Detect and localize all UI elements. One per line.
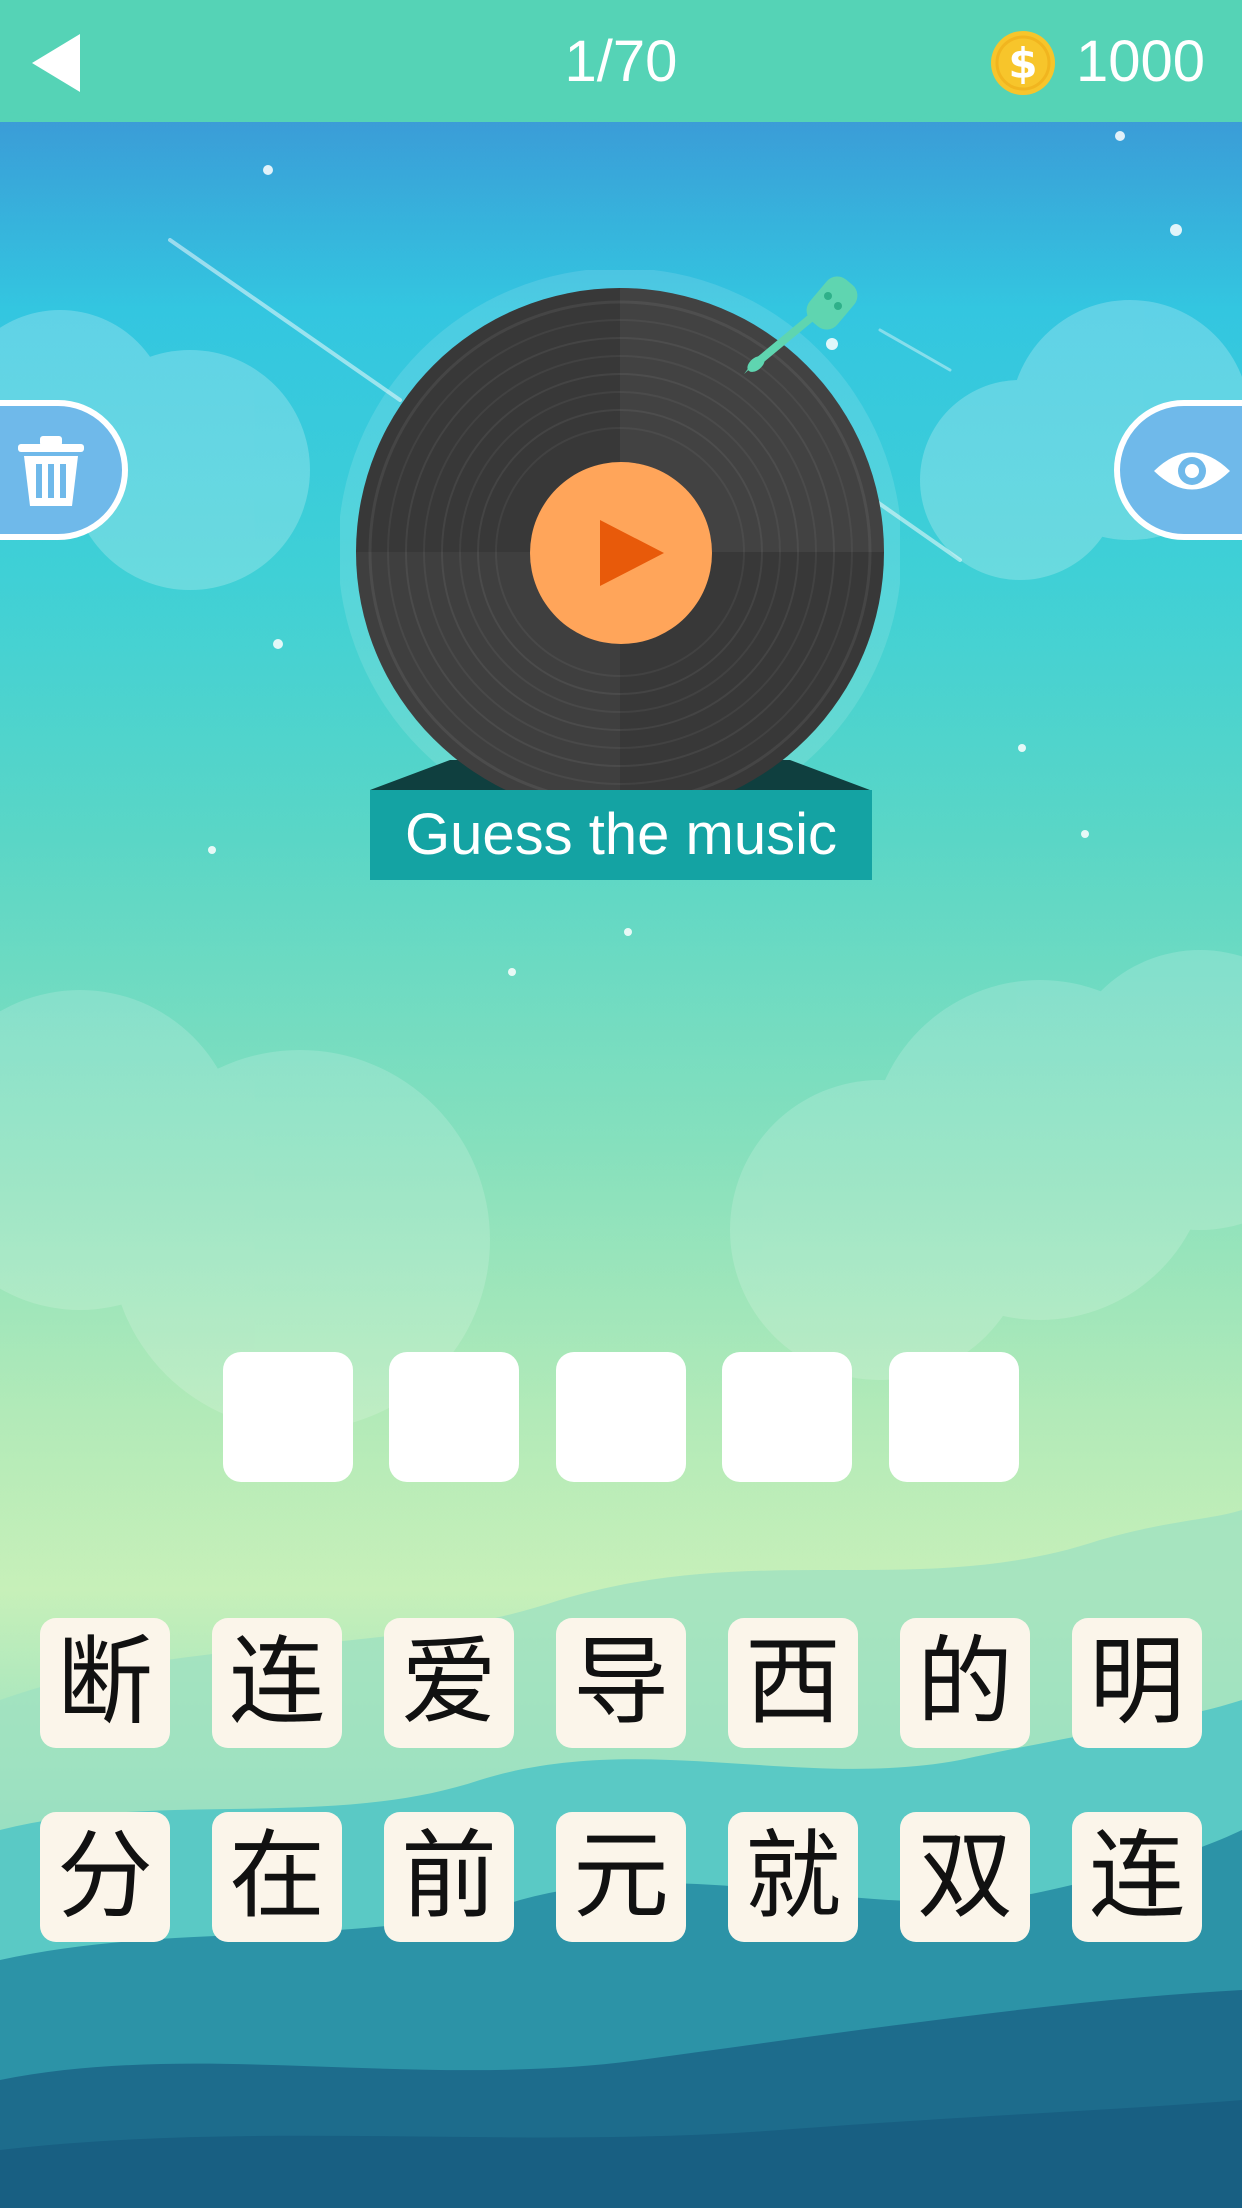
answer-slot[interactable] [889,1352,1019,1482]
letter-tile[interactable]: 前 [384,1812,514,1942]
back-button[interactable] [28,28,88,98]
letter-tile[interactable]: 分 [40,1812,170,1942]
letter-tile[interactable]: 在 [212,1812,342,1942]
answer-slot[interactable] [722,1352,852,1482]
letter-tile[interactable]: 爱 [384,1618,514,1748]
answer-slots [223,1352,1019,1482]
guess-prompt-label: Guess the music [370,790,872,880]
answer-slot[interactable] [556,1352,686,1482]
play-button[interactable] [530,462,712,644]
answer-slot[interactable] [389,1352,519,1482]
play-icon [600,520,664,586]
coin-count: 1000 [1076,29,1206,94]
trash-icon [18,436,84,506]
letter-tile[interactable]: 就 [728,1812,858,1942]
answer-slot[interactable] [223,1352,353,1482]
letter-tile[interactable]: 的 [900,1618,1030,1748]
eye-icon [1154,452,1230,490]
letter-tile[interactable]: 导 [556,1618,686,1748]
back-triangle-icon [32,34,80,92]
dollar-coin-icon: $ [991,31,1055,95]
letter-tile[interactable]: 明 [1072,1618,1202,1748]
letter-tile[interactable]: 断 [40,1618,170,1748]
level-progress: 1/70 [564,29,678,94]
letter-tile[interactable]: 元 [556,1812,686,1942]
top-bar-wave-edge [0,108,1242,120]
svg-text:$: $ [1008,39,1037,88]
reveal-letter-button[interactable] [1114,400,1242,540]
letter-tile[interactable]: 连 [1072,1812,1202,1942]
letter-tile[interactable]: 西 [728,1618,858,1748]
letter-tile[interactable]: 双 [900,1812,1030,1942]
letter-tile[interactable]: 连 [212,1618,342,1748]
